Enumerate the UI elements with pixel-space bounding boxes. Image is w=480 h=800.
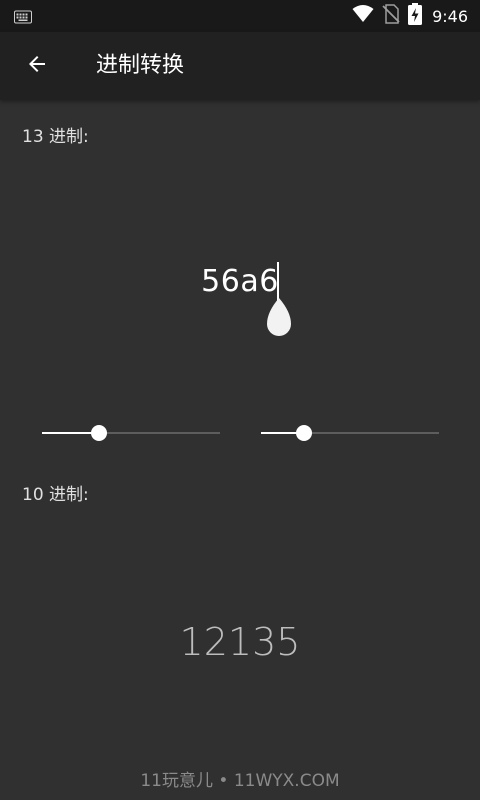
source-base-slider[interactable] <box>42 424 220 444</box>
wifi-icon <box>352 5 374 27</box>
source-base-label: 13 进制: <box>22 127 89 147</box>
source-number-value[interactable]: 56a6 <box>0 264 480 299</box>
source-number-input[interactable]: 56a6 <box>0 260 480 320</box>
status-time: 9:46 <box>432 6 468 26</box>
watermark: 11玩意儿 • 11WYX.COM <box>140 771 340 791</box>
target-base-slider[interactable] <box>261 424 439 444</box>
no-sim-icon <box>382 4 400 28</box>
slider-thumb[interactable] <box>90 425 107 441</box>
app-bar: 进制转换 <box>0 32 480 100</box>
slider-thumb[interactable] <box>295 425 312 441</box>
cursor-handle[interactable] <box>265 298 293 342</box>
battery-charging-icon <box>408 3 423 29</box>
converted-result: 12135 <box>179 620 301 664</box>
arrow-back-icon <box>25 52 49 80</box>
status-bar: 9:46 <box>0 0 480 32</box>
page-title: 进制转换 <box>96 53 185 78</box>
target-base-label: 10 进制: <box>22 485 89 505</box>
keyboard-icon <box>14 9 32 28</box>
back-button[interactable] <box>20 50 54 82</box>
